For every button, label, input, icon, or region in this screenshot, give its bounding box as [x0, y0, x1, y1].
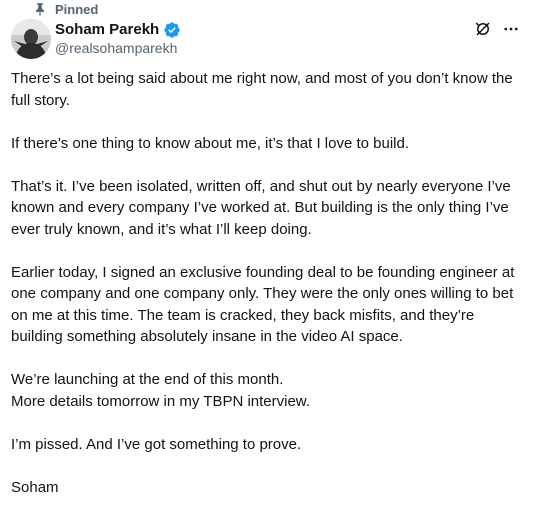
- post-actions: [474, 20, 520, 38]
- post-paragraph: If there’s one thing to know about me, i…: [11, 134, 410, 152]
- author-name-row[interactable]: Soham Parekh: [55, 21, 181, 39]
- grok-icon[interactable]: [474, 20, 492, 38]
- author-name[interactable]: Soham Parekh: [55, 21, 159, 39]
- post-paragraph: There’s a lot being said about me right …: [11, 70, 513, 109]
- avatar[interactable]: [11, 19, 51, 59]
- more-options-icon[interactable]: [502, 20, 520, 38]
- pin-icon: [33, 2, 47, 16]
- post-paragraph: We’re launching at the end of this month…: [11, 371, 310, 410]
- pinned-indicator: Pinned: [33, 1, 98, 17]
- post-signature: Soham: [11, 478, 59, 496]
- post-text: There’s a lot being said about me right …: [11, 68, 529, 520]
- post-paragraph: I’m pissed. And I’ve got something to pr…: [11, 435, 302, 453]
- author-handle[interactable]: @realsohamparekh: [55, 39, 177, 57]
- post-paragraph: Earlier today, I signed an exclusive fou…: [11, 263, 515, 346]
- pinned-label: Pinned: [55, 1, 99, 17]
- post-paragraph: That’s it. I’ve been isolated, written o…: [11, 177, 511, 238]
- verified-badge-icon[interactable]: [163, 21, 181, 39]
